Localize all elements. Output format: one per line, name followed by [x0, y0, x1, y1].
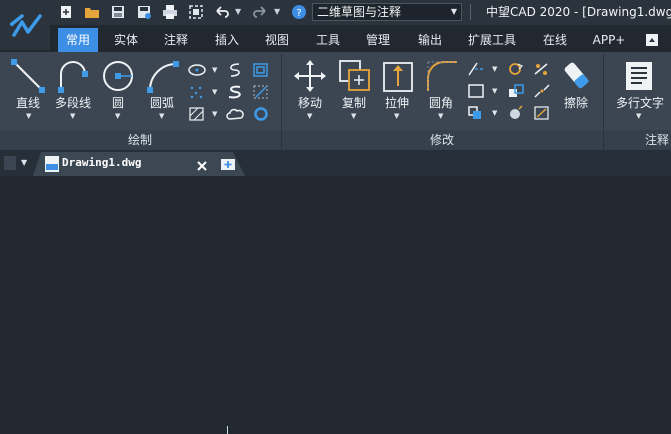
- multiline-text-icon[interactable]: [622, 58, 656, 98]
- app-logo[interactable]: [0, 0, 50, 50]
- window-title: 中望CAD 2020 - [Drawing1.dwg]: [486, 5, 671, 19]
- tab-extension-tools[interactable]: 扩展工具: [462, 28, 522, 52]
- ribbon-tab-bar: 常用 实体 注释 插入 视图 工具 管理 输出 扩展工具 在线 APP+: [50, 28, 671, 52]
- mtext-dropdown-icon[interactable]: ▼: [636, 112, 641, 120]
- spline-tool-icon[interactable]: [226, 62, 244, 82]
- polyline-label[interactable]: 多段线: [50, 96, 96, 110]
- dwg-file-icon: [44, 155, 60, 177]
- stretch-label[interactable]: 拉伸: [379, 96, 415, 110]
- tab-output[interactable]: 输出: [410, 28, 450, 52]
- tab-app-plus[interactable]: APP+: [587, 28, 631, 52]
- tab-annotate[interactable]: 注释: [156, 28, 196, 52]
- redo-dropdown-icon[interactable]: ▼: [274, 6, 280, 18]
- close-tab-icon[interactable]: [196, 157, 208, 176]
- offset-tool-icon[interactable]: [507, 83, 525, 103]
- workspace-current: 二维草图与注释: [317, 5, 402, 19]
- ellipse-tool-icon[interactable]: [188, 62, 206, 82]
- save-icon[interactable]: [110, 4, 126, 20]
- move-label[interactable]: 移动: [292, 96, 328, 110]
- point-tool-icon[interactable]: [188, 84, 206, 104]
- explode-tool-icon[interactable]: [507, 105, 525, 125]
- hatch-tool-icon[interactable]: [188, 106, 206, 126]
- trim-dropdown-icon[interactable]: ▼: [492, 65, 497, 73]
- open-folder-icon[interactable]: [84, 4, 100, 20]
- redo-icon[interactable]: [252, 4, 268, 20]
- tab-home[interactable]: 常用: [58, 28, 98, 52]
- fillet-dropdown-icon[interactable]: ▼: [438, 112, 443, 120]
- edit-polyline-icon[interactable]: [533, 105, 551, 125]
- workspace-select[interactable]: 二维草图与注释 ▼: [312, 3, 462, 21]
- tab-solid[interactable]: 实体: [106, 28, 146, 52]
- move-tool-icon[interactable]: [292, 58, 328, 98]
- fillet-tool-icon[interactable]: [424, 58, 460, 98]
- undo-icon[interactable]: [214, 4, 230, 20]
- help-icon[interactable]: ?: [291, 4, 307, 20]
- svg-text:?: ?: [296, 8, 301, 19]
- rectangle-tool-icon[interactable]: [252, 62, 270, 82]
- point-dropdown-icon[interactable]: ▼: [212, 88, 217, 96]
- eraser-tool-icon[interactable]: [561, 58, 593, 98]
- revcloud-tool-icon[interactable]: [226, 84, 244, 104]
- stretch-tool-icon[interactable]: [380, 58, 416, 98]
- document-tab-name: Drawing1.dwg: [62, 156, 142, 169]
- break-tool-icon[interactable]: [533, 83, 551, 103]
- zoom-extents-icon[interactable]: [188, 4, 204, 20]
- line-label[interactable]: 直线: [8, 96, 48, 110]
- line-dropdown-icon[interactable]: ▼: [26, 112, 31, 120]
- arc-dropdown-icon[interactable]: ▼: [159, 112, 164, 120]
- trim-tool-icon[interactable]: [467, 61, 487, 81]
- circle-dropdown-icon[interactable]: ▼: [115, 112, 120, 120]
- fillet-label[interactable]: 圆角: [423, 96, 459, 110]
- arc-label[interactable]: 圆弧: [144, 96, 180, 110]
- undo-dropdown-icon[interactable]: ▼: [235, 6, 241, 18]
- tab-list-dropdown-icon[interactable]: ▼: [21, 159, 27, 167]
- array-tool-icon[interactable]: [467, 105, 487, 125]
- modify-panel-title[interactable]: 修改: [430, 133, 454, 147]
- zwcad-logo-icon: [10, 14, 42, 37]
- donut-tool-icon[interactable]: [252, 106, 270, 126]
- tab-view[interactable]: 视图: [257, 28, 297, 52]
- rotate-tool-icon[interactable]: [507, 61, 525, 81]
- save-as-icon[interactable]: [136, 4, 152, 20]
- copy-tool-icon[interactable]: [337, 58, 373, 98]
- tab-tools[interactable]: 工具: [308, 28, 348, 52]
- line-tool-icon[interactable]: [10, 58, 46, 98]
- chevron-down-icon: ▼: [450, 7, 457, 16]
- title-separator: [470, 4, 471, 20]
- mirror-dropdown-icon[interactable]: ▼: [492, 87, 497, 95]
- new-file-icon[interactable]: [58, 4, 74, 20]
- erase-label[interactable]: 擦除: [560, 96, 592, 110]
- copy-dropdown-icon[interactable]: ▼: [351, 112, 356, 120]
- cloud-tool-icon[interactable]: [226, 106, 244, 126]
- tab-manage[interactable]: 管理: [358, 28, 398, 52]
- circle-label[interactable]: 圆: [104, 96, 132, 110]
- polyline-dropdown-icon[interactable]: ▼: [70, 112, 75, 120]
- annotation-panel-title[interactable]: 注释: [645, 133, 669, 147]
- new-tab-icon[interactable]: [220, 156, 238, 176]
- panel-separator: [281, 54, 282, 150]
- region-tool-icon[interactable]: [252, 84, 270, 104]
- draw-panel-title[interactable]: 绘制: [128, 133, 152, 147]
- tab-insert[interactable]: 插入: [207, 28, 247, 52]
- array-dropdown-icon[interactable]: ▼: [492, 109, 497, 117]
- arc-tool-icon[interactable]: [145, 58, 181, 98]
- move-dropdown-icon[interactable]: ▼: [307, 112, 312, 120]
- hatch-dropdown-icon[interactable]: ▼: [212, 110, 217, 118]
- stretch-dropdown-icon[interactable]: ▼: [394, 112, 399, 120]
- circle-tool-icon[interactable]: [100, 58, 136, 98]
- ribbon-minimize-icon[interactable]: [642, 28, 662, 52]
- drawing-canvas[interactable]: [0, 176, 671, 434]
- panel-title-bar: [0, 130, 671, 150]
- mirror-tool-icon[interactable]: [467, 83, 487, 103]
- ellipse-dropdown-icon[interactable]: ▼: [212, 66, 217, 74]
- print-icon[interactable]: [162, 4, 178, 20]
- tab-scroll-left-icon[interactable]: [4, 156, 16, 170]
- mtext-label[interactable]: 多行文字: [612, 96, 668, 110]
- copy-label[interactable]: 复制: [336, 96, 372, 110]
- scale-tool-icon[interactable]: [533, 61, 551, 81]
- polyline-tool-icon[interactable]: [55, 58, 91, 98]
- tab-online[interactable]: 在线: [535, 28, 575, 52]
- panel-separator: [603, 54, 604, 150]
- crosshair-cursor: [227, 426, 228, 434]
